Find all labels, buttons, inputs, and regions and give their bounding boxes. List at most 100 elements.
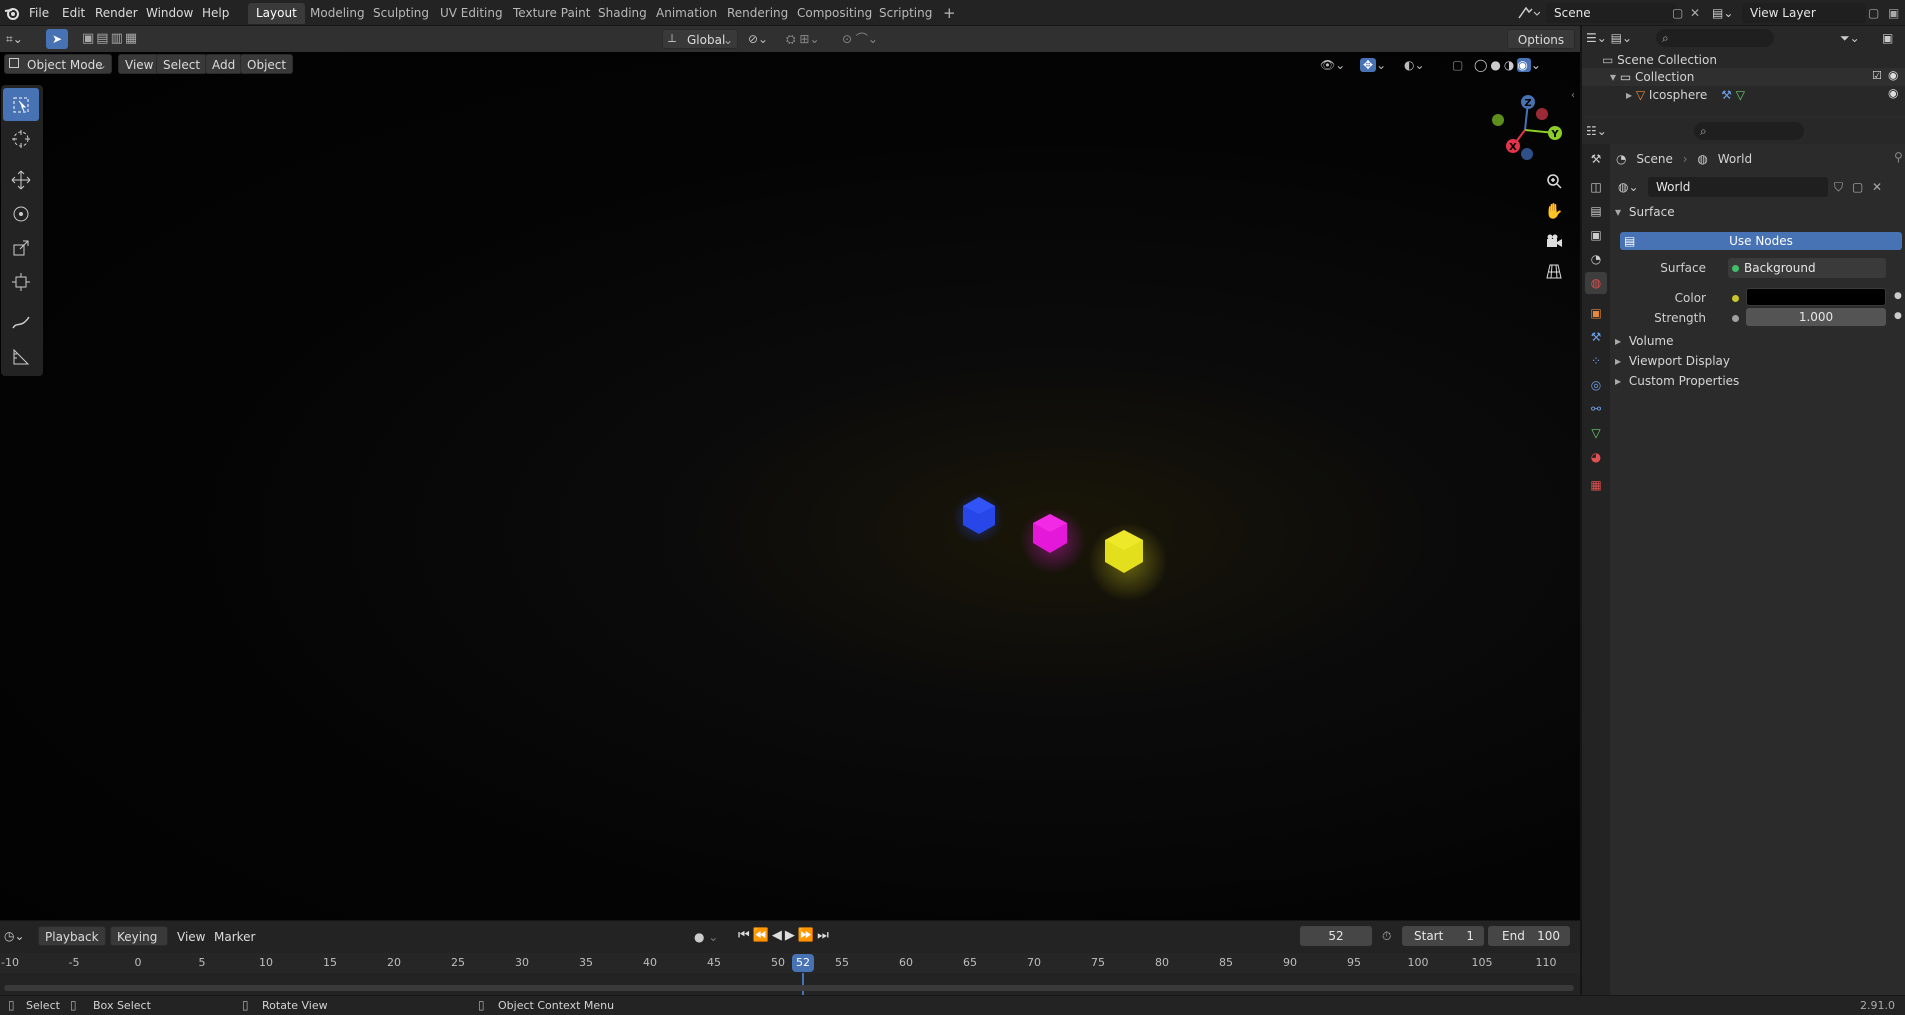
timeline-ruler[interactable]: -10 -5 0 5 10 15 20 25 30 35 40 45 50 52… [0,953,1580,973]
playback-controls[interactable]: ⏮⏪◀▶⏩⏭ [738,927,858,945]
new-collection-icon[interactable]: ▣ [1882,28,1900,48]
yellow-icosphere[interactable] [1099,527,1149,577]
menu-edit[interactable]: Edit [57,4,90,22]
menu-render[interactable]: Render [90,4,143,22]
menu-view[interactable]: View [118,54,161,74]
constraints-tab-icon[interactable]: ⚯ [1585,398,1607,420]
physics-tab-icon[interactable]: ◎ [1585,374,1607,396]
sidebar-toggle-icon[interactable]: ‹ [1571,90,1575,101]
scene-selector-icon[interactable] [1516,3,1544,23]
3d-viewport[interactable]: Object Mode ⌄ View Select Add Object 👁⌄ ✥… [0,52,1580,920]
measure-tool-icon[interactable] [3,340,39,373]
menu-help[interactable]: Help [197,4,234,22]
menu-file[interactable]: File [24,4,54,22]
delete-view-layer-icon[interactable]: ▣ [1888,3,1902,23]
move-tool-icon[interactable] [3,163,39,196]
output-tab-icon[interactable]: ▤ [1585,200,1607,222]
tab-uv-editing[interactable]: UV Editing [432,3,511,24]
gizmo-toggle-icon[interactable]: ✥ ⌄ [1360,55,1396,75]
current-frame-field[interactable]: 52 [1300,926,1372,946]
fake-user-icon[interactable]: ⛉ [1834,177,1852,197]
volume-panel-header[interactable]: ▸ Volume [1615,331,1674,351]
keyframe-dot-icon[interactable]: ● [1894,311,1902,321]
scene-collection-row[interactable]: ▭ Scene Collection [1602,52,1717,68]
surface-panel-header[interactable]: ▾ Surface [1615,202,1675,222]
editor-type-icon[interactable]: ⌗⌄ [6,29,34,49]
xray-icon[interactable]: ▢ [1452,55,1468,75]
collection-checkbox[interactable]: ☑ [1872,69,1882,82]
modifier-tab-icon[interactable]: ⚒ [1585,326,1607,348]
pan-hand-icon[interactable]: ✋ [1541,198,1567,224]
data-tab-icon[interactable]: ▽ [1585,422,1607,444]
collection-row[interactable]: ▾ ▭ Collection [1610,69,1694,85]
scene-tab-icon[interactable]: ◔ [1585,248,1607,270]
menu-object[interactable]: Object [240,54,294,74]
filter-icon[interactable]: ⏷⌄ [1840,28,1876,48]
blender-logo-icon[interactable] [4,5,20,21]
timeline-scrollbar[interactable] [4,985,1574,991]
timeline-editor-type-icon[interactable]: ◷⌄ [4,926,32,946]
pivot-point-icon[interactable]: ⊘⌄ [748,30,788,48]
playhead-frame-label[interactable]: 52 [792,954,814,972]
tab-rendering[interactable]: Rendering [719,3,796,24]
use-nodes-button[interactable]: ▤ Use Nodes [1620,232,1902,250]
world-browse-icon[interactable]: ◍⌄ [1618,177,1646,197]
icosphere-row[interactable]: ▸ ▽ Icosphere ⚒ ▽ [1626,87,1745,103]
magenta-icosphere[interactable] [1027,511,1073,557]
unlink-world-icon[interactable]: ✕ [1872,177,1888,197]
icosphere-eye-icon[interactable]: ◉ [1888,86,1898,100]
collection-eye-icon[interactable]: ◉ [1888,68,1898,82]
blue-icosphere[interactable] [957,494,1001,538]
strength-field[interactable]: 1.000 [1746,308,1886,326]
pin-icon[interactable]: ⚲ [1894,150,1903,164]
selection-mode-icons[interactable]: ▣▤▥▦ [82,30,172,48]
world-tab-icon[interactable]: ◍ [1585,272,1607,294]
select-tool-icon[interactable]: ➤ [46,29,68,49]
menu-playback[interactable]: Playback ⌄ [38,926,106,964]
tab-modeling[interactable]: Modeling [302,3,373,24]
snap-icon[interactable]: ⛭ ⊞⌄ [786,30,836,48]
tab-shading[interactable]: Shading [590,3,655,24]
select-box-tool-icon[interactable] [3,88,39,121]
tab-sculpting[interactable]: Sculpting [365,3,437,24]
new-world-icon[interactable]: ▢ [1852,177,1870,197]
object-mode-dropdown[interactable]: Object Mode ⌄ [4,54,112,74]
world-color-swatch[interactable] [1746,288,1886,306]
surface-shader-selector[interactable]: Background [1728,258,1886,278]
menu-add[interactable]: Add [205,54,243,74]
menu-window[interactable]: Window [141,4,198,22]
properties-editor-type-icon[interactable]: ☷⌄ [1586,121,1622,141]
delete-scene-icon[interactable]: ✕ [1690,3,1704,23]
start-frame-field[interactable]: Start 1 [1402,926,1484,946]
view-layer-field[interactable]: View Layer [1742,3,1866,23]
rotate-tool-icon[interactable] [3,197,39,230]
scale-tool-icon[interactable] [3,231,39,264]
camera-view-icon[interactable] [1541,228,1567,254]
menu-marker[interactable]: Marker [207,926,262,946]
cursor-tool-icon[interactable] [3,122,39,155]
menu-keying[interactable]: Keying ⌄ [110,926,168,964]
stopwatch-icon[interactable]: ⏱ [1382,926,1400,946]
texture-tab-icon[interactable]: ▦ [1585,474,1607,496]
menu-select[interactable]: Select [156,54,208,74]
tab-texture-paint[interactable]: Texture Paint [505,3,598,24]
options-dropdown[interactable]: Options ⌄ [1507,29,1575,67]
tab-compositing[interactable]: Compositing [789,3,880,24]
shading-mode-icons[interactable]: ◯●◑◉⌄ [1474,55,1564,75]
world-name-field[interactable]: World [1648,177,1828,197]
transform-tool-icon[interactable] [3,265,39,298]
tab-animation[interactable]: Animation [648,3,725,24]
navigation-gizmo[interactable]: Z Y X [1485,90,1565,170]
proportional-edit-icon[interactable]: ⊙ ⌒⌄ [842,30,892,48]
zoom-icon[interactable] [1541,168,1567,194]
scene-name-field[interactable]: Scene [1546,3,1676,23]
view-layer-tab-icon[interactable]: ▣ [1585,224,1607,246]
end-frame-field[interactable]: End 100 [1488,926,1570,946]
outliner-search-input[interactable]: ⌕ [1656,29,1774,47]
properties-search-input[interactable]: ⌕ [1694,122,1804,140]
overlays-icon[interactable]: ◐⌄ [1404,55,1440,75]
auto-keying-icon[interactable]: ● ⌄ [694,928,726,946]
tab-layout[interactable]: Layout [248,3,305,24]
visibility-icon[interactable]: 👁⌄ [1320,55,1356,75]
tab-scripting[interactable]: Scripting [871,3,940,24]
